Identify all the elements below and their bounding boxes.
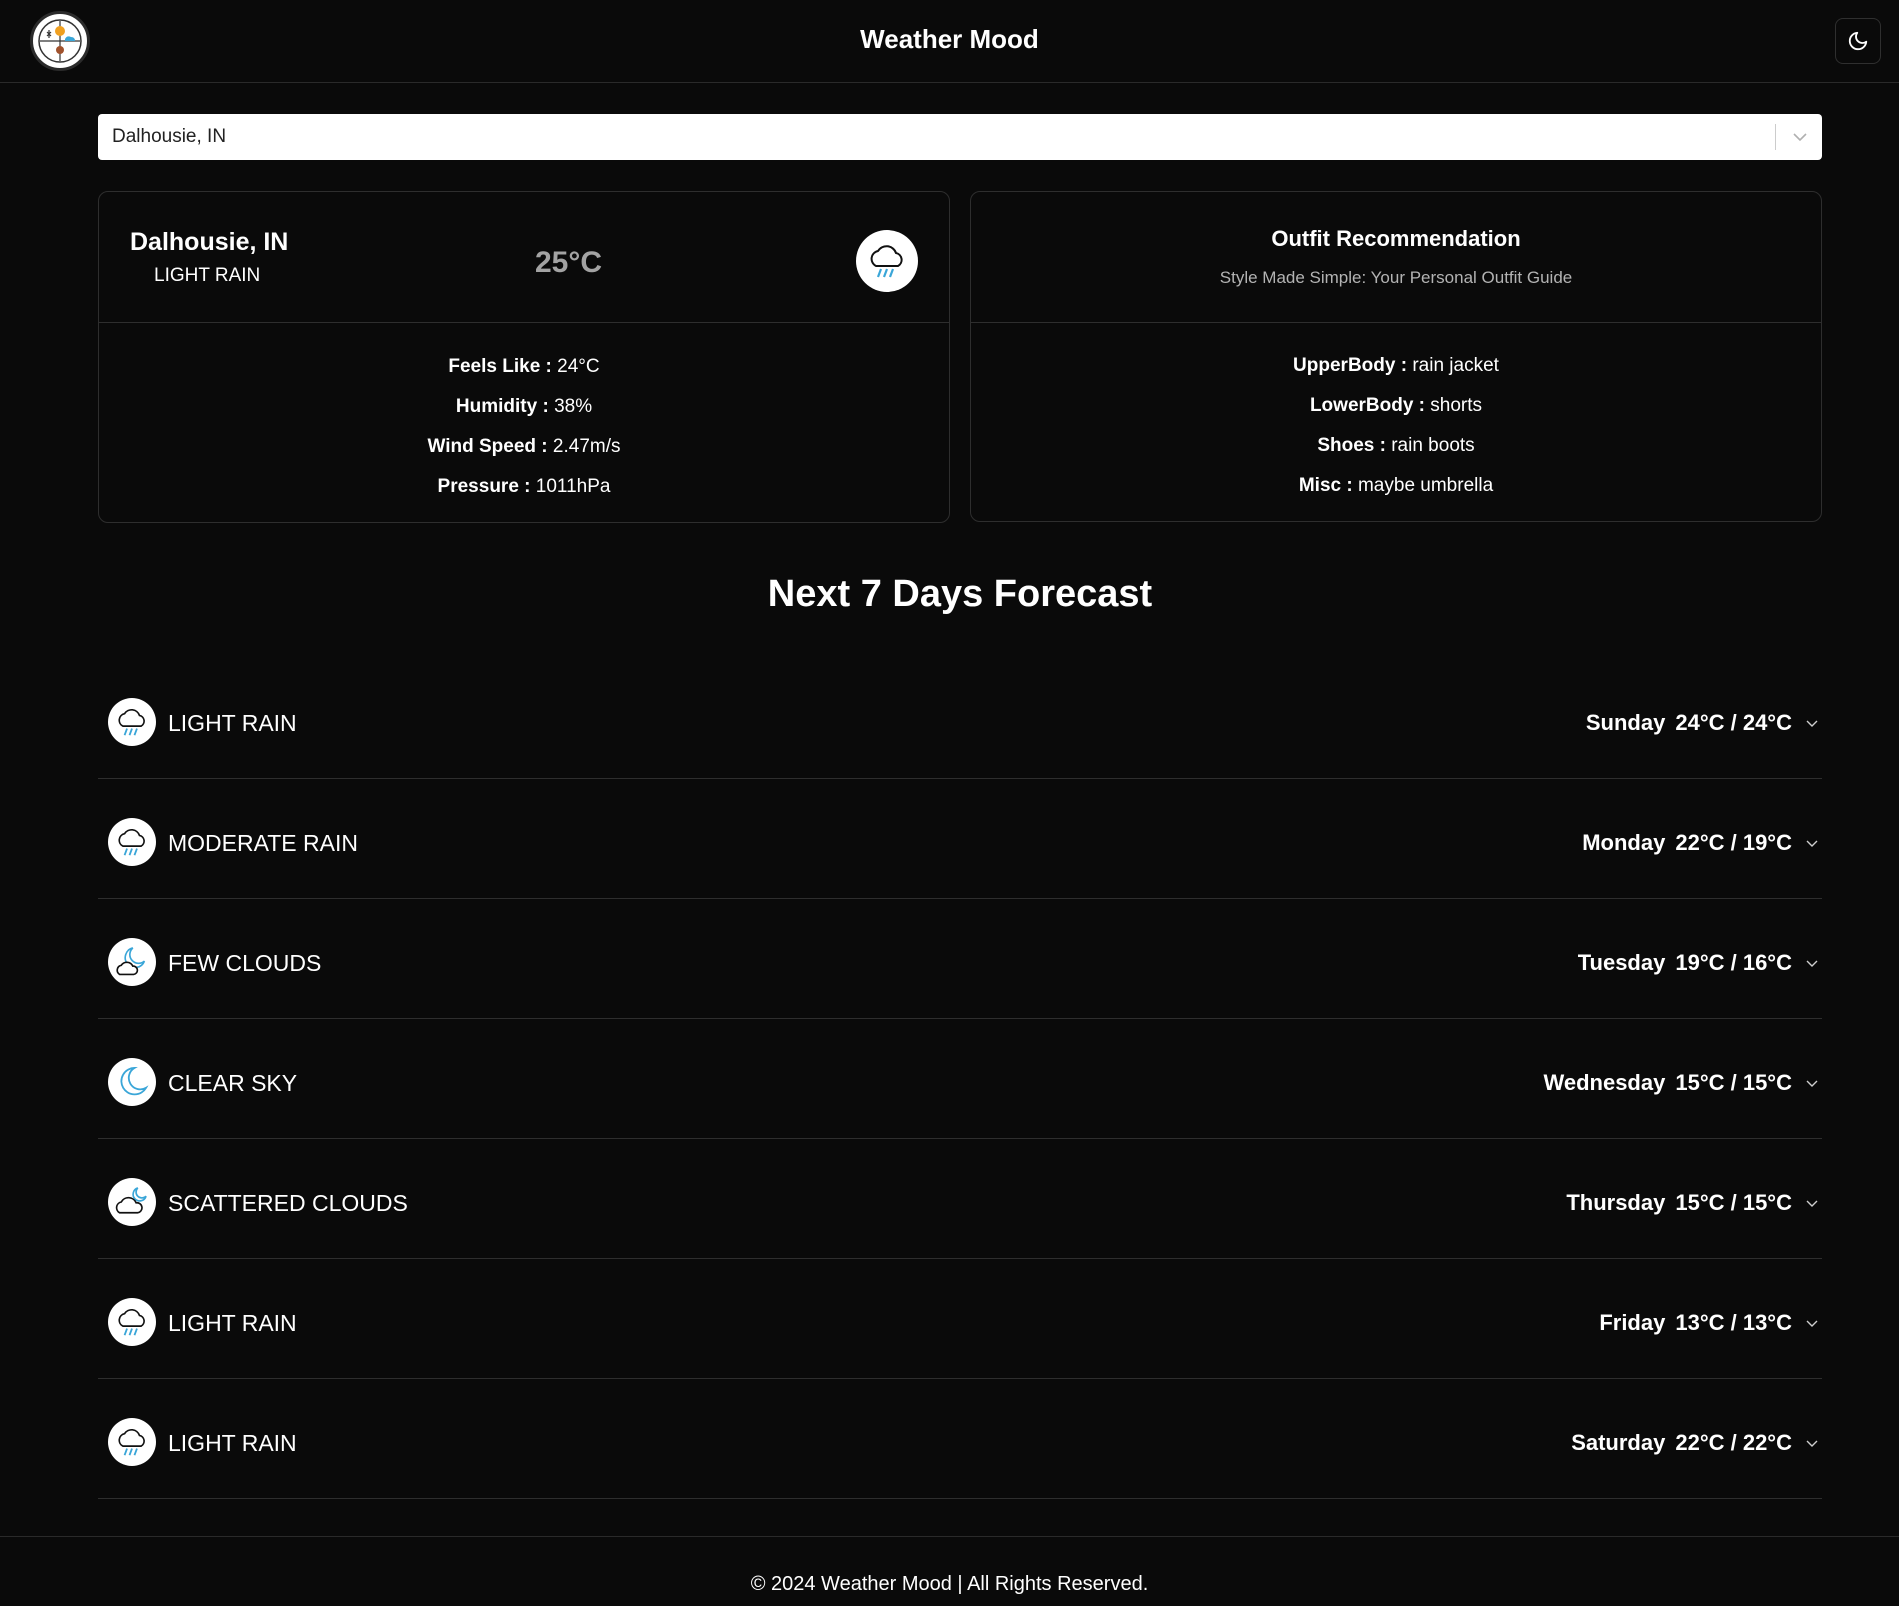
wind-speed-label: Wind Speed : [427,436,548,457]
cloud-icon [108,1178,156,1226]
city-select-value: Dalhousie, IN [112,126,227,147]
forecast-condition: LIGHT RAIN [168,1430,297,1456]
forecast-row[interactable]: LIGHT RAIN Saturday 22°C / 22°C [98,1379,1822,1499]
rain-cloud-icon [108,818,156,866]
pressure-row: Pressure : 1011hPa [99,467,949,507]
forecast-day: Monday [1582,830,1666,855]
forecast-day: Tuesday [1577,950,1666,975]
humidity-label: Humidity : [455,396,549,417]
forecast-condition: MODERATE RAIN [168,830,358,856]
lower-body-label: LowerBody : [1309,395,1426,416]
copyright-text: © 2024 Weather Mood | All Rights Reserve… [750,1573,1149,1595]
forecast-row[interactable]: LIGHT RAIN Friday 13°C / 13°C [98,1259,1822,1379]
moon-icon [1848,31,1868,51]
select-separator [1775,124,1776,150]
chevron-down-icon[interactable] [1790,127,1810,147]
humidity-row: Humidity : 38% [99,387,949,427]
forecast-title: Next 7 Days Forecast [767,573,1153,615]
app-header: Weather Mood [0,0,1899,83]
current-city: Dalhousie, IN [130,228,289,256]
outfit-title: Outfit Recommendation [1271,226,1521,251]
upper-body-row: UpperBody : rain jacket [971,346,1821,386]
rain-cloud-icon [108,1418,156,1466]
feels-like-label: Feels Like : [448,356,552,377]
forecast-day: Friday [1599,1310,1666,1335]
forecast-temps: 15°C / 15°C [1675,1190,1792,1215]
rain-cloud-icon [108,1298,156,1346]
chevron-down-icon[interactable] [1804,715,1820,731]
forecast-row[interactable]: SCATTERED CLOUDS Thursday 15°C / 15°C [98,1139,1822,1259]
outfit-subtitle: Style Made Simple: Your Personal Outfit … [1219,268,1573,287]
forecast-day: Sunday [1585,710,1666,735]
forecast-day-temps: Monday 22°C / 19°C [1582,830,1792,856]
theme-toggle-button[interactable] [1835,18,1881,64]
forecast-temps: 15°C / 15°C [1675,1070,1792,1095]
lower-body-row: LowerBody : shorts [971,386,1821,426]
forecast-day-temps: Saturday 22°C / 22°C [1571,1430,1792,1456]
lower-body-value: shorts [1430,395,1483,416]
upper-body-label: UpperBody : [1293,355,1408,376]
humidity-value: 38% [554,396,593,417]
forecast-list: LIGHT RAIN Sunday 24°C / 24°C MODERATE RA… [98,659,1822,1499]
misc-value: maybe umbrella [1357,475,1494,496]
feels-like-row: Feels Like : 24°C [99,347,949,387]
current-condition: LIGHT RAIN [154,265,261,286]
forecast-temps: 22°C / 19°C [1675,830,1792,855]
forecast-day-temps: Thursday 15°C / 15°C [1566,1190,1792,1216]
app-title: Weather Mood [860,24,1039,54]
forecast-day-temps: Friday 13°C / 13°C [1599,1310,1792,1336]
forecast-row[interactable]: FEW CLOUDS Tuesday 19°C / 16°C [98,899,1822,1019]
shoes-value: rain boots [1391,435,1475,456]
upper-body-value: rain jacket [1412,355,1499,376]
forecast-row[interactable]: CLEAR SKY Wednesday 15°C / 15°C [98,1019,1822,1139]
chevron-down-icon[interactable] [1804,835,1820,851]
chevron-down-icon[interactable] [1804,1195,1820,1211]
chevron-down-icon[interactable] [1804,1315,1820,1331]
forecast-condition: CLEAR SKY [168,1070,298,1096]
pressure-label: Pressure : [437,476,531,497]
forecast-day: Saturday [1571,1430,1666,1455]
moon-cloud-icon [108,938,156,986]
outfit-recommendation-card: Outfit Recommendation Style Made Simple:… [970,191,1822,522]
forecast-condition: SCATTERED CLOUDS [168,1190,408,1216]
forecast-day-temps: Wednesday 15°C / 15°C [1543,1070,1792,1096]
misc-label: Misc : [1298,475,1353,496]
chevron-down-icon[interactable] [1804,955,1820,971]
wind-speed-value: 2.47m/s [552,436,621,457]
chevron-down-icon[interactable] [1804,1435,1820,1451]
wind-speed-row: Wind Speed : 2.47m/s [99,427,949,467]
weather-details: Feels Like : 24°C Humidity : 38% Wind Sp… [99,347,949,507]
forecast-row[interactable]: MODERATE RAIN Monday 22°C / 19°C [98,779,1822,899]
card-divider [971,322,1821,323]
forecast-condition: LIGHT RAIN [168,710,297,736]
forecast-condition: FEW CLOUDS [168,950,322,976]
forecast-temps: 24°C / 24°C [1675,710,1792,735]
forecast-day-temps: Sunday 24°C / 24°C [1586,710,1792,736]
forecast-day-temps: Tuesday 19°C / 16°C [1578,950,1792,976]
rain-cloud-icon [108,698,156,746]
forecast-temps: 19°C / 16°C [1675,950,1792,975]
current-temperature: 25°C [535,246,603,279]
forecast-row[interactable]: LIGHT RAIN Sunday 24°C / 24°C [98,659,1822,779]
shoes-row: Shoes : rain boots [971,426,1821,466]
rain-cloud-icon [856,230,918,292]
forecast-temps: 22°C / 22°C [1675,1430,1792,1455]
city-select[interactable]: Dalhousie, IN [98,114,1822,160]
forecast-temps: 13°C / 13°C [1675,1310,1792,1335]
card-divider [99,322,949,323]
forecast-day: Wednesday [1543,1070,1666,1095]
forecast-condition: LIGHT RAIN [168,1310,297,1336]
shoes-label: Shoes : [1317,435,1386,456]
misc-row: Misc : maybe umbrella [971,466,1821,506]
pressure-value: 1011hPa [535,476,611,497]
forecast-day: Thursday [1566,1190,1666,1215]
page-footer: © 2024 Weather Mood | All Rights Reserve… [0,1536,1899,1606]
chevron-down-icon[interactable] [1804,1075,1820,1091]
feels-like-value: 24°C [557,356,600,377]
outfit-details: UpperBody : rain jacket LowerBody : shor… [971,346,1821,506]
moon-icon [108,1058,156,1106]
current-weather-card: Dalhousie, IN LIGHT RAIN 25°C Feels Like… [98,191,950,523]
